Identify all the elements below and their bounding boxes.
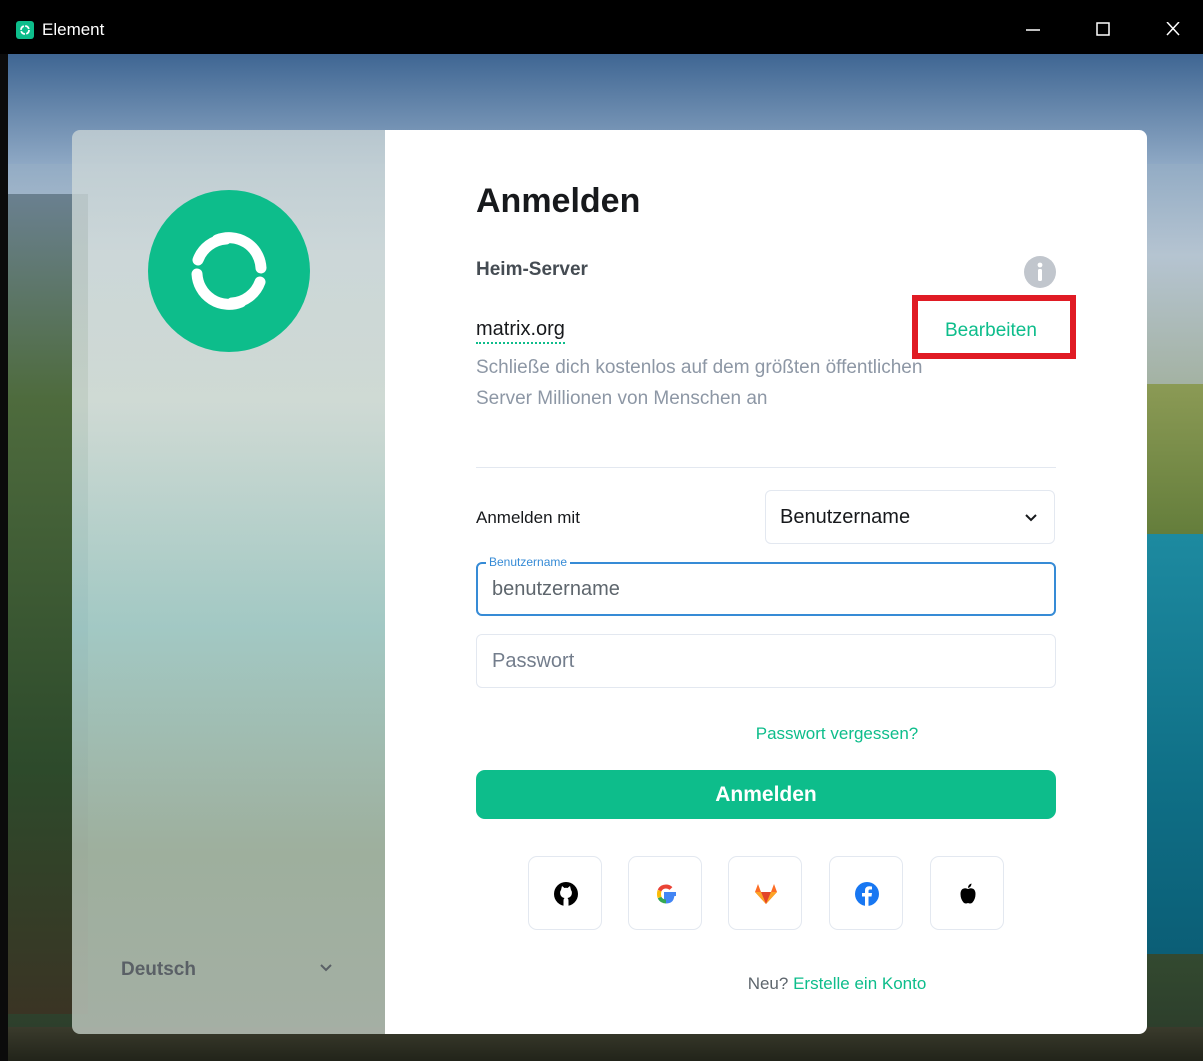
homeserver-description: Schließe dich kostenlos auf dem größten … (476, 357, 923, 409)
minimize-icon (1026, 29, 1040, 31)
close-button[interactable] (1153, 14, 1193, 44)
maximize-icon (1096, 22, 1110, 36)
username-field[interactable]: Benutzername benutzername (476, 555, 1056, 616)
facebook-icon (855, 882, 879, 906)
github-icon (554, 882, 578, 906)
username-input[interactable]: benutzername (492, 578, 620, 601)
password-field[interactable]: Passwort (476, 634, 1056, 688)
sso-google-button[interactable] (628, 856, 702, 930)
sso-gitlab-button[interactable] (728, 856, 802, 930)
password-input[interactable]: Passwort (492, 650, 574, 673)
info-icon[interactable] (1024, 256, 1056, 288)
maximize-button[interactable] (1083, 14, 1123, 44)
element-logo-icon (16, 21, 34, 39)
gitlab-icon (755, 884, 777, 904)
google-icon (657, 884, 676, 904)
forgot-password-link[interactable]: Passwort vergessen? (385, 724, 1147, 744)
login-type-value: Benutzername (780, 506, 911, 528)
auth-header-panel: Deutsch (72, 130, 385, 1034)
page-title: Anmelden (476, 182, 641, 220)
create-account-link[interactable]: Erstelle ein Konto (793, 974, 926, 993)
homeserver-label: Heim-Server (476, 259, 588, 280)
auth-dialog: Deutsch Anmelden Heim-Server matrix.org … (72, 130, 1147, 1034)
sso-github-button[interactable] (528, 856, 602, 930)
window-titlebar: Element (0, 0, 1203, 54)
language-selector[interactable]: Deutsch (121, 959, 196, 981)
username-field-label: Benutzername (486, 555, 571, 569)
element-logo-icon (148, 190, 310, 352)
sso-apple-button[interactable] (930, 856, 1004, 930)
chevron-down-icon (1025, 514, 1037, 522)
chevron-down-icon[interactable] (318, 962, 334, 974)
sign-in-button[interactable]: Anmelden (476, 770, 1056, 819)
login-type-select[interactable]: Benutzername (765, 490, 1055, 544)
login-with-label: Anmelden mit (476, 508, 580, 527)
window-title: Element (42, 20, 105, 39)
signup-prefix: Neu? (747, 974, 789, 993)
minimize-button[interactable] (1013, 14, 1053, 44)
divider (476, 467, 1056, 468)
homeserver-name: matrix.org (476, 318, 565, 344)
close-icon (1166, 22, 1180, 36)
sso-facebook-button[interactable] (829, 856, 903, 930)
signup-line: Neu? Erstelle ein Konto (385, 974, 1147, 994)
apple-icon (960, 883, 976, 904)
auth-body: Anmelden Heim-Server matrix.org Bearbeit… (385, 130, 1147, 1034)
edit-homeserver-link[interactable]: Bearbeiten (945, 320, 1037, 342)
